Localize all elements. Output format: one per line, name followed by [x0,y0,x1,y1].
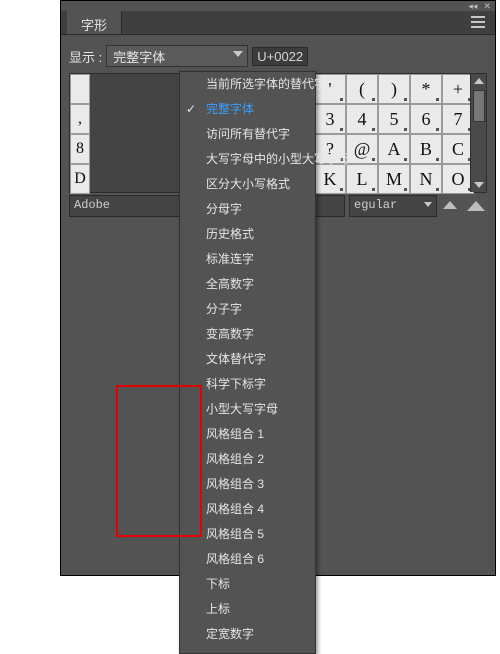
unicode-readout: U+0022 [252,47,308,66]
glyph-cell[interactable]: N [410,164,442,194]
dropdown-item[interactable]: 风格组合 3 [180,472,315,497]
glyph-cell[interactable]: 6 [410,104,442,134]
close-icon[interactable]: ✕ [483,2,491,11]
glyphs-panel: ◂◂ ✕ 字形 显示 : 完整字体 U+0022 ,8D '()*+34567?… [60,0,496,576]
glyph-cell[interactable]: 3 [314,104,346,134]
check-icon: ✓ [186,101,196,118]
tab-glyphs[interactable]: 字形 [67,10,122,34]
show-select[interactable]: 完整字体 [106,45,248,67]
glyph-cell[interactable]: , [70,104,90,134]
glyph-cell[interactable]: 5 [378,104,410,134]
dropdown-item[interactable]: 上标 [180,597,315,622]
dropdown-item[interactable]: 分母字 [180,197,315,222]
glyph-cell[interactable] [70,74,90,104]
glyph-cell[interactable]: * [410,74,442,104]
dropdown-item[interactable]: 风格组合 2 [180,447,315,472]
glyph-cell[interactable]: 8 [70,134,90,164]
dropdown-item[interactable]: 风格组合 5 [180,522,315,547]
glyph-cell[interactable]: L [346,164,378,194]
scroll-up-icon[interactable] [474,78,484,84]
zoom-out-icon[interactable] [441,199,459,213]
dropdown-item[interactable]: 访问所有替代字 [180,122,315,147]
dropdown-item[interactable]: 标准连字 [180,247,315,272]
font-style-value: egular [354,198,397,212]
dropdown-item[interactable]: 全高数字 [180,272,315,297]
glyph-cell[interactable]: ) [378,74,410,104]
scroll-thumb[interactable] [473,90,485,122]
dropdown-item[interactable]: 风格组合 6 [180,547,315,572]
dropdown-item[interactable]: 大写字母中的小型大写字母 [180,147,315,172]
glyph-cell[interactable]: 4 [346,104,378,134]
dropdown-item[interactable]: 分子字 [180,297,315,322]
chevron-down-icon [233,51,243,57]
dropdown-item[interactable]: 历史格式 [180,222,315,247]
panel-menu-icon[interactable] [471,16,489,28]
tab-bar: 字形 [61,11,495,35]
show-select-value: 完整字体 [113,47,165,66]
show-label: 显示 : [69,47,102,66]
dropdown-item[interactable]: 变高数字 [180,322,315,347]
dropdown-item[interactable]: 风格组合 1 [180,422,315,447]
zoom-in-icon[interactable] [465,199,487,213]
dropdown-item[interactable]: 完整字体✓ [180,97,315,122]
panel-controls: ◂◂ ✕ [61,1,495,11]
font-style-select[interactable]: egular [349,195,437,217]
dropdown-item[interactable]: 文体替代字 [180,347,315,372]
dropdown-item[interactable]: 区分大小写格式 [180,172,315,197]
glyph-cell[interactable]: K [314,164,346,194]
glyph-cell[interactable]: D [70,164,90,194]
glyph-cell[interactable]: @ [346,134,378,164]
dropdown-item[interactable]: 科学下标字 [180,372,315,397]
show-dropdown-menu[interactable]: 当前所选字体的替代字完整字体✓访问所有替代字大写字母中的小型大写字母区分大小写格… [179,71,316,654]
dropdown-item[interactable]: 下标 [180,572,315,597]
dropdown-item[interactable]: 当前所选字体的替代字 [180,72,315,97]
glyph-cell[interactable]: M [378,164,410,194]
dropdown-item[interactable]: 风格组合 4 [180,497,315,522]
glyph-cell[interactable]: ( [346,74,378,104]
collapse-icon[interactable]: ◂◂ [468,2,477,11]
scrollbar[interactable] [470,74,486,192]
scroll-down-icon[interactable] [474,182,484,188]
dropdown-item[interactable]: 小型大写字母 [180,397,315,422]
glyph-cell[interactable]: A [378,134,410,164]
chevron-down-icon [424,202,432,207]
dropdown-item[interactable]: 定宽数字 [180,622,315,647]
glyph-cell[interactable]: B [410,134,442,164]
